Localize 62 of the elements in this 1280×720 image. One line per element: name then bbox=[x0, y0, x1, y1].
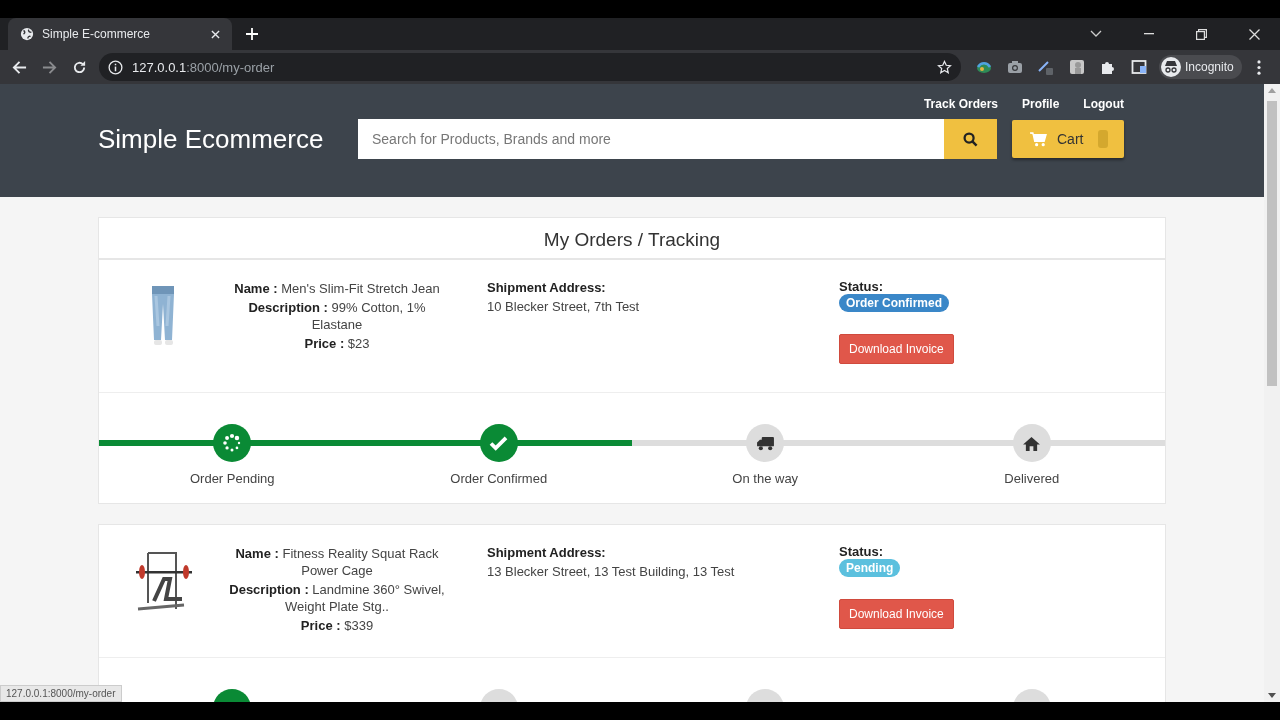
scrollbar[interactable] bbox=[1264, 84, 1280, 702]
product-name: Name : Fitness Reality Squat Rack Power Cage bbox=[234, 545, 440, 579]
house-icon bbox=[1022, 435, 1042, 451]
close-icon[interactable] bbox=[1249, 28, 1260, 40]
back-icon[interactable] bbox=[12, 59, 27, 75]
product-price: Price : $339 bbox=[299, 617, 375, 634]
nav-link[interactable]: Logout bbox=[1083, 97, 1124, 111]
camera-icon[interactable] bbox=[1007, 59, 1023, 75]
status-badge: Pending bbox=[839, 559, 901, 577]
more-icon[interactable] bbox=[1256, 59, 1261, 75]
forward-icon[interactable] bbox=[42, 59, 57, 75]
status-label: Status: bbox=[839, 545, 884, 559]
nav-link[interactable]: Profile bbox=[1022, 97, 1060, 111]
profile-button[interactable]: Incognito bbox=[1159, 55, 1242, 79]
browser-tab[interactable]: Simple E-commerce bbox=[8, 18, 232, 50]
status-badge: Order Confirmed bbox=[839, 294, 949, 312]
product-description: Description : Landmine 360° Swivel, Weight Plate Stg.. bbox=[228, 581, 446, 615]
shipment-address: 10 Blecker Street, 7th Test bbox=[487, 299, 641, 315]
nav-link[interactable]: Track Orders bbox=[923, 97, 998, 111]
page-title: My Orders / Tracking bbox=[98, 217, 1166, 260]
step-label: Order Pending bbox=[189, 471, 275, 486]
search-field[interactable]: Search for Products, Brands and more bbox=[358, 119, 944, 159]
download-invoice-button[interactable]: Download Invoice bbox=[839, 334, 954, 364]
info-icon bbox=[108, 59, 123, 75]
star-icon[interactable] bbox=[937, 59, 952, 75]
minimize-icon[interactable] bbox=[1144, 33, 1154, 35]
scroll-down-icon[interactable] bbox=[1268, 693, 1276, 698]
globe-icon bbox=[20, 27, 34, 41]
pen-icon[interactable] bbox=[1038, 59, 1054, 75]
tab-title: Simple E-commerce bbox=[42, 27, 152, 41]
step-label: Delivered bbox=[1004, 471, 1060, 486]
download-invoice-button[interactable]: Download Invoice bbox=[839, 599, 954, 629]
check-icon bbox=[489, 435, 509, 451]
incognito-icon bbox=[1161, 57, 1181, 77]
restore-icon[interactable] bbox=[1196, 28, 1207, 40]
product-description: Description : 99% Cotton, 1% Elastane bbox=[247, 299, 427, 333]
product-name: Name : Men's Slim-Fit Stretch Jean bbox=[233, 280, 441, 297]
chevron-down-icon[interactable] bbox=[1090, 30, 1102, 38]
product-price: Price : $23 bbox=[303, 335, 371, 352]
truck-icon bbox=[755, 435, 775, 451]
new-tab-icon[interactable] bbox=[246, 28, 258, 40]
status-label: Status: bbox=[839, 280, 884, 294]
step-label: On the way bbox=[732, 471, 799, 486]
url-text: 127.0.0.1:8000/my-order bbox=[132, 59, 275, 75]
search-icon bbox=[963, 131, 978, 147]
address-label: Shipment Address: bbox=[487, 280, 607, 296]
step-label: Order Confirmed bbox=[450, 471, 548, 486]
cart-button[interactable]: Cart bbox=[1012, 120, 1124, 158]
shipment-address: 13 Blecker Street, 13 Test Building, 13 Test bbox=[487, 564, 736, 580]
address-label: Shipment Address: bbox=[487, 545, 607, 561]
close-icon[interactable] bbox=[211, 29, 220, 39]
spinner-icon bbox=[222, 433, 243, 453]
site-logo[interactable]: Simple Ecommerce bbox=[98, 123, 358, 155]
search-button[interactable] bbox=[944, 119, 997, 159]
puzzle-icon[interactable] bbox=[1100, 59, 1116, 75]
link-preview: 127.0.0.1:8000/my-order bbox=[0, 685, 122, 702]
cart-icon bbox=[1030, 131, 1047, 147]
address-bar[interactable]: 127.0.0.1:8000/my-order bbox=[99, 53, 961, 81]
extension-icon[interactable] bbox=[976, 59, 992, 75]
reload-icon[interactable] bbox=[72, 59, 87, 75]
extension-icon[interactable] bbox=[1069, 59, 1085, 75]
sidebar-icon[interactable] bbox=[1131, 59, 1147, 75]
